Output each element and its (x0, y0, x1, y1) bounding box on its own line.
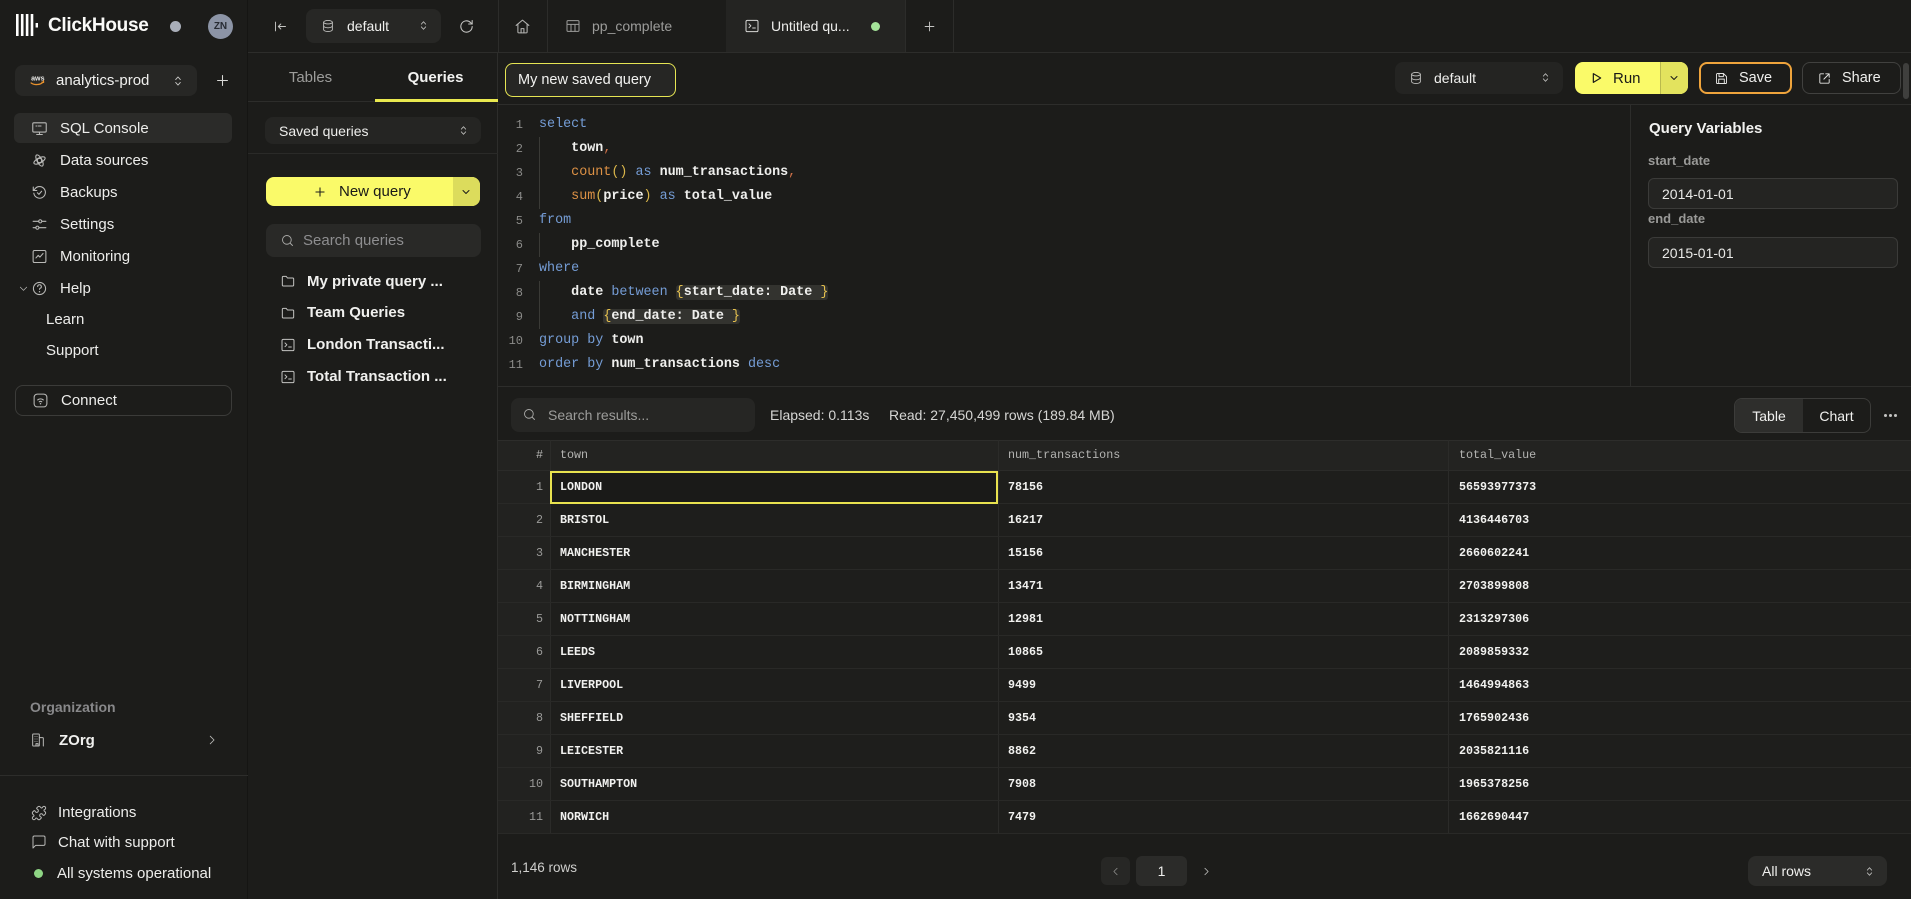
svg-text:aws: aws (31, 75, 44, 83)
